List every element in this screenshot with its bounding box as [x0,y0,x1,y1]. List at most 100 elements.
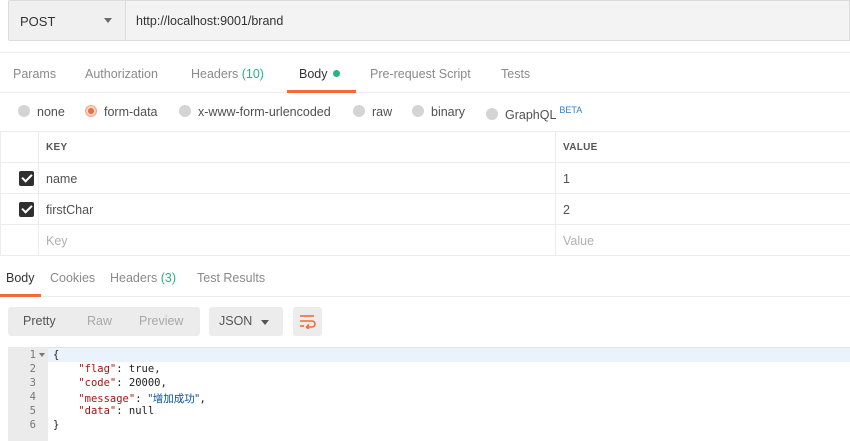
response-tab-cookies[interactable]: Cookies [50,271,95,285]
tab-label: Headers [110,271,158,285]
key-text: firstChar [46,203,94,217]
body-type-label: binary [431,105,466,119]
code-line: "data": null [78,405,155,417]
current-line-highlight [48,347,850,362]
table-header-row: KEY VALUE [0,132,850,163]
tab-label: Params [13,67,57,81]
tab-label: Body [299,67,328,81]
code-line: { [53,349,60,361]
body-type-urlencoded[interactable]: x-www-form-urlencoded [179,105,331,119]
line-number: 2 [29,363,36,375]
tab-label: Authorization [85,67,158,81]
response-body-editor[interactable]: 1 2 3 4 5 6 { "flag": true, "code": 2000… [8,347,850,441]
tab-tests[interactable]: Tests [501,67,530,81]
body-type-options: none form-data x-www-form-urlencoded raw… [0,94,850,132]
line-number: 3 [29,377,36,389]
body-type-binary[interactable]: binary [412,105,465,119]
column-header-key: KEY [46,142,68,153]
format-label: JSON [219,314,253,328]
checkbox-checked-icon[interactable] [19,171,34,186]
value-text: 1 [563,172,570,186]
row-check-cell [0,225,39,256]
response-tabs: Body Cookies Headers (3) Test Results [0,263,850,297]
beta-badge: BETA [559,105,583,115]
json-key: "flag" [78,363,117,375]
pretty-button[interactable]: Pretty [23,314,56,328]
code-line: } [53,419,60,431]
params-table: KEY VALUE name 1 firstChar 2 Key Value [0,132,850,256]
tab-pre-request-script[interactable]: Pre-request Script [370,67,471,81]
key-input[interactable]: Key [39,225,556,256]
radio-icon [18,105,30,117]
tab-params[interactable]: Params [13,67,56,81]
radio-selected-icon [85,105,97,117]
body-type-graphql[interactable]: GraphQL BETA [486,105,582,122]
value-cell[interactable]: 1 [556,163,850,194]
active-tab-underline [287,90,356,93]
checkbox-checked-icon[interactable] [19,202,34,217]
value-cell[interactable]: 2 [556,194,850,225]
code-line: "flag": true, [78,363,161,375]
code-line: "code": 20000, [78,377,167,389]
row-check-cell [0,194,39,225]
line-number: 1 [29,349,36,361]
column-header-value: VALUE [563,142,598,153]
raw-button[interactable]: Raw [87,314,112,328]
tab-authorization[interactable]: Authorization [85,67,158,81]
active-dot-icon [332,70,340,77]
key-text: name [46,172,78,186]
tab-label: Headers [191,67,239,81]
method-label: POST [20,14,56,29]
request-url-bar: POST http://localhost:9001/brand [8,0,850,41]
key-placeholder: Key [46,234,68,248]
fold-arrow-icon[interactable] [39,353,45,357]
body-type-label: x-www-form-urlencoded [198,105,331,119]
url-text: http://localhost:9001/brand [136,14,284,28]
json-value: null [128,405,155,417]
line-number: 6 [29,419,36,431]
wrap-lines-icon [300,315,316,329]
body-type-raw[interactable]: raw [353,105,392,119]
tab-count: (10) [241,67,264,81]
wrap-lines-button[interactable] [293,307,322,336]
format-select[interactable]: JSON [209,307,283,336]
value-placeholder: Value [563,234,595,248]
body-type-label: none [37,105,65,119]
table-row: name 1 [0,163,850,194]
key-cell[interactable]: name [39,163,556,194]
radio-icon [412,105,424,117]
body-type-none[interactable]: none [18,105,65,119]
response-tab-body[interactable]: Body [6,271,35,285]
table-row-empty: Key Value [0,225,850,256]
tab-label: Pre-request Script [370,67,471,81]
radio-icon [486,108,498,120]
radio-icon [353,105,365,117]
row-check-cell [0,163,39,194]
key-cell[interactable]: firstChar [39,194,556,225]
chevron-down-icon [261,320,269,325]
request-tabs: Params Authorization Headers (10) Body P… [0,52,850,93]
json-key: "code" [78,377,117,389]
response-toolbar: Pretty Raw Preview JSON [0,297,850,347]
json-key: "message" [78,393,136,405]
line-number-gutter: 1 2 3 4 5 6 [8,347,48,441]
method-select[interactable]: POST [8,0,125,41]
tab-label: Tests [501,67,531,81]
url-input[interactable]: http://localhost:9001/brand [125,0,850,41]
table-row: firstChar 2 [0,194,850,225]
tab-body[interactable]: Body [299,67,340,81]
response-tab-test-results[interactable]: Test Results [197,271,265,285]
value-input[interactable]: Value [556,225,850,256]
header-key-cell: KEY [39,132,556,163]
body-type-form-data[interactable]: form-data [85,105,158,119]
response-tab-headers[interactable]: Headers (3) [110,271,176,285]
radio-icon [179,105,191,117]
body-type-label: form-data [104,105,158,119]
body-type-label: GraphQL [505,108,557,122]
preview-button[interactable]: Preview [139,314,183,328]
tab-headers[interactable]: Headers (10) [191,67,264,81]
json-value: 20000 [128,377,161,389]
code-line: "message": "增加成功", [78,393,206,405]
chevron-down-icon [104,18,112,23]
line-number: 5 [29,405,36,417]
